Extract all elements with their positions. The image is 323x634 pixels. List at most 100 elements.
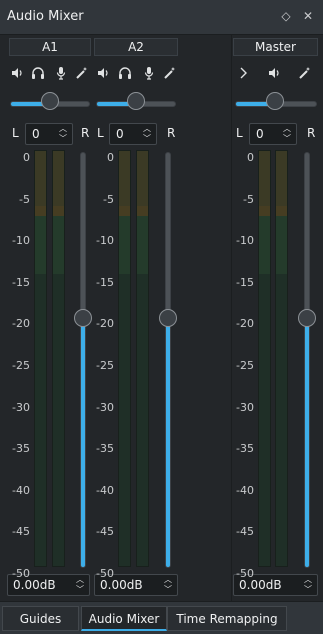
fader-handle-a2[interactable] bbox=[159, 309, 177, 327]
db-scale-label: -10 bbox=[96, 234, 114, 247]
level-meter-a2-left bbox=[118, 150, 131, 567]
pan-control-master: L 0 ︿ ﹀ R bbox=[232, 123, 323, 145]
db-scale-label: -20 bbox=[236, 317, 254, 330]
chevron-right-icon[interactable] bbox=[236, 66, 250, 80]
db-scale-label: -30 bbox=[96, 401, 114, 414]
tab-guides[interactable]: Guides bbox=[2, 606, 79, 631]
level-meter-master-right bbox=[275, 150, 288, 567]
pan-left-label: L bbox=[12, 126, 19, 140]
pan-left-label: L bbox=[97, 126, 104, 140]
volume-handle-master[interactable] bbox=[266, 92, 284, 110]
db-scale-label: 0 bbox=[23, 151, 30, 164]
channel-name-master: Master bbox=[233, 38, 318, 56]
fader-a1[interactable] bbox=[80, 152, 86, 568]
fader-a2[interactable] bbox=[165, 152, 171, 568]
fader-handle-a1[interactable] bbox=[74, 309, 92, 327]
level-meter-a1-right bbox=[52, 150, 65, 567]
pan-right-label: R bbox=[307, 126, 316, 140]
channel-icons-a2 bbox=[96, 66, 176, 82]
gain-value: 0.00dB bbox=[239, 578, 282, 592]
db-scale-label: -10 bbox=[12, 234, 30, 247]
db-scale-label: -30 bbox=[236, 401, 254, 414]
db-scale-label: -40 bbox=[236, 484, 254, 497]
db-scale-label: -30 bbox=[12, 401, 30, 414]
fader-handle-master[interactable] bbox=[298, 309, 316, 327]
db-scale-label: -50 bbox=[236, 567, 254, 580]
pan-value: 0 bbox=[116, 127, 124, 141]
speaker-icon[interactable] bbox=[96, 66, 110, 80]
pan-left-label: L bbox=[236, 126, 243, 140]
db-scale-label: -35 bbox=[96, 442, 114, 455]
tab-time-remapping[interactable]: Time Remapping bbox=[167, 606, 287, 631]
pan-control-a2: L 0 ︿ ﹀ R bbox=[92, 123, 178, 145]
pan-right-label: R bbox=[167, 126, 176, 140]
headphones-icon[interactable] bbox=[31, 66, 45, 80]
fader-fill-a2 bbox=[166, 317, 170, 567]
spin-arrows-icon[interactable]: ︿ ﹀ bbox=[74, 575, 86, 595]
db-scale-label: 0 bbox=[107, 151, 114, 164]
channel-icons-master bbox=[236, 66, 316, 82]
db-scale-label: -25 bbox=[236, 359, 254, 372]
db-scale-label: -40 bbox=[96, 484, 114, 497]
db-scale-label: -5 bbox=[19, 193, 30, 206]
fader-fill-a1 bbox=[81, 317, 85, 567]
pan-value: 0 bbox=[32, 127, 40, 141]
pan-control-a1: L 0 ︿ ﹀ R bbox=[0, 123, 92, 145]
spin-arrows-icon[interactable]: ︿ ﹀ bbox=[281, 124, 293, 144]
db-scale-label: -35 bbox=[12, 442, 30, 455]
pan-right-label: R bbox=[81, 126, 90, 140]
db-scale-label: -10 bbox=[236, 234, 254, 247]
magic-wand-icon[interactable] bbox=[298, 66, 312, 80]
channel-icons-a1 bbox=[10, 66, 90, 82]
magic-wand-icon[interactable] bbox=[75, 66, 89, 80]
pan-spinbox-a1[interactable]: 0 ︿ ﹀ bbox=[25, 123, 73, 145]
db-scale-label: -25 bbox=[96, 359, 114, 372]
tab-audio-mixer[interactable]: Audio Mixer bbox=[81, 606, 167, 631]
volume-handle-a1[interactable] bbox=[41, 92, 59, 110]
db-scale-label: -5 bbox=[243, 193, 254, 206]
close-icon[interactable]: ✕ bbox=[300, 8, 316, 24]
db-scale-label: -35 bbox=[236, 442, 254, 455]
level-meter-master-left bbox=[258, 150, 271, 567]
dock-title-bar: Audio Mixer ◇ ✕ bbox=[0, 0, 323, 34]
gain-value: 0.00dB bbox=[100, 578, 143, 592]
db-scale-label: -20 bbox=[96, 317, 114, 330]
db-scale-label: -5 bbox=[103, 193, 114, 206]
level-meter-a2-right bbox=[136, 150, 149, 567]
channel-name-a2: A2 bbox=[94, 38, 178, 56]
gain-value: 0.00dB bbox=[13, 578, 56, 592]
spin-arrows-icon[interactable]: ︿ ﹀ bbox=[302, 575, 314, 595]
db-scale-label: -45 bbox=[96, 525, 114, 538]
speaker-icon[interactable] bbox=[267, 66, 281, 80]
db-scale-label: 0 bbox=[247, 151, 254, 164]
dock-title: Audio Mixer bbox=[7, 9, 84, 24]
dock-tab-bar: Guides Audio Mixer Time Remapping bbox=[0, 601, 323, 634]
db-scale-label: -20 bbox=[12, 317, 30, 330]
diamond-icon[interactable]: ◇ bbox=[278, 8, 294, 24]
fader-master[interactable] bbox=[304, 152, 310, 568]
db-scale-label: -15 bbox=[12, 276, 30, 289]
speaker-icon[interactable] bbox=[10, 66, 24, 80]
db-scale-label: -15 bbox=[236, 276, 254, 289]
spin-arrows-icon[interactable]: ︿ ﹀ bbox=[162, 575, 174, 595]
channel-name-a1: A1 bbox=[9, 38, 91, 56]
microphone-icon[interactable] bbox=[142, 66, 156, 80]
db-scale-label: -50 bbox=[12, 567, 30, 580]
level-meter-a1-left bbox=[34, 150, 47, 567]
headphones-icon[interactable] bbox=[118, 66, 132, 80]
magic-wand-icon[interactable] bbox=[163, 66, 177, 80]
volume-handle-a2[interactable] bbox=[127, 92, 145, 110]
pan-spinbox-master[interactable]: 0 ︿ ﹀ bbox=[249, 123, 297, 145]
db-scale-label: -40 bbox=[12, 484, 30, 497]
spin-arrows-icon[interactable]: ︿ ﹀ bbox=[57, 124, 69, 144]
microphone-icon[interactable] bbox=[54, 66, 68, 80]
pan-value: 0 bbox=[256, 127, 264, 141]
pan-spinbox-a2[interactable]: 0 ︿ ﹀ bbox=[109, 123, 157, 145]
db-scale-label: -15 bbox=[96, 276, 114, 289]
db-scale-label: -25 bbox=[12, 359, 30, 372]
fader-fill-master bbox=[305, 317, 309, 567]
db-scale-label: -45 bbox=[12, 525, 30, 538]
db-scale-label: -45 bbox=[236, 525, 254, 538]
spin-arrows-icon[interactable]: ︿ ﹀ bbox=[141, 124, 153, 144]
db-scale-label: -50 bbox=[96, 567, 114, 580]
